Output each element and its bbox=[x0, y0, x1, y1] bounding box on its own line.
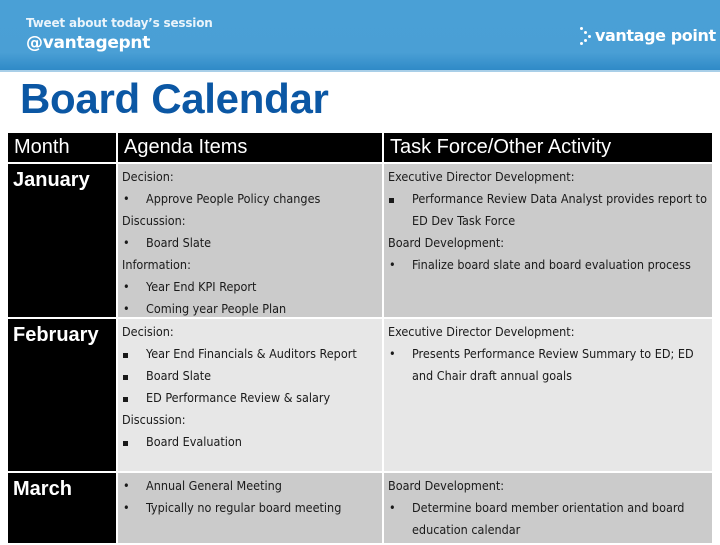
list-item-text: Determine board member orientation and b… bbox=[412, 500, 685, 537]
month-cell: March bbox=[8, 473, 116, 543]
list-item: Board Slate bbox=[122, 365, 382, 387]
list-item-text: Typically no regular board meeting bbox=[146, 500, 342, 515]
square-bullet-icon bbox=[122, 343, 146, 365]
round-bullet-icon: • bbox=[389, 500, 396, 515]
vantage-point-logo: vantage point bbox=[580, 26, 716, 45]
round-bullet-icon: • bbox=[123, 301, 130, 316]
list-item-text: Year End Financials & Auditors Report bbox=[146, 346, 357, 361]
dotted-chevron-icon bbox=[580, 26, 592, 45]
round-bullet-icon: • bbox=[123, 478, 130, 493]
list-item: Performance Review Data Analyst provides… bbox=[388, 188, 712, 232]
round-bullet-icon: • bbox=[123, 500, 130, 515]
logo-text: vantage point bbox=[595, 26, 716, 45]
section-label: Information: bbox=[122, 257, 191, 272]
section-label: Discussion: bbox=[122, 412, 186, 427]
column-header-agenda: Agenda Items bbox=[118, 133, 382, 162]
square-bullet-icon bbox=[388, 188, 412, 232]
section-label: Discussion: bbox=[122, 213, 186, 228]
task-force-cell: Executive Director Development: • Presents… bbox=[384, 319, 712, 471]
square-bullet-icon bbox=[122, 365, 146, 387]
list-item-text: Coming year People Plan bbox=[146, 301, 287, 316]
twitter-handle: @vantagepnt bbox=[26, 33, 151, 53]
section-label: Board Development: bbox=[388, 478, 505, 493]
list-item: Year End Financials & Auditors Report bbox=[122, 343, 382, 365]
table-header-row: Month Agenda Items Task Force/Other Acti… bbox=[8, 133, 712, 162]
list-item-text: Presents Performance Review Summary to E… bbox=[412, 346, 694, 383]
round-bullet-icon: • bbox=[389, 346, 396, 361]
column-header-task-force: Task Force/Other Activity bbox=[384, 133, 712, 162]
list-item: • Board Slate bbox=[122, 232, 382, 254]
agenda-cell: Decision: • Approve People Policy changes D… bbox=[118, 164, 382, 317]
month-cell: February bbox=[8, 319, 116, 471]
section-label: Decision: bbox=[122, 169, 174, 184]
list-item-text: Board Evaluation bbox=[146, 434, 242, 449]
round-bullet-icon: • bbox=[123, 191, 130, 206]
section-label: Executive Director Development: bbox=[388, 169, 575, 184]
square-bullet-icon bbox=[122, 431, 146, 453]
list-item-text: Year End KPI Report bbox=[146, 279, 257, 294]
tweet-prompt: Tweet about today’s session bbox=[26, 16, 213, 30]
list-item: • Approve People Policy changes bbox=[122, 188, 382, 210]
list-item: ED Performance Review & salary bbox=[122, 387, 382, 409]
agenda-cell: • Annual General Meeting • Typically no reg… bbox=[118, 473, 382, 543]
task-force-cell: Board Development: • Determine board membe… bbox=[384, 473, 712, 543]
square-bullet-icon bbox=[122, 387, 146, 409]
list-item: • Annual General Meeting bbox=[122, 475, 382, 497]
list-item: • Finalize board slate and board evaluati… bbox=[388, 254, 712, 276]
list-item-text: Finalize board slate and board evaluatio… bbox=[412, 257, 691, 272]
list-item: • Typically no regular board meeting bbox=[122, 497, 382, 519]
task-force-cell: Executive Director Development: Performan… bbox=[384, 164, 712, 317]
board-calendar-table: Month Agenda Items Task Force/Other Acti… bbox=[8, 133, 712, 545]
list-item: • Coming year People Plan bbox=[122, 298, 382, 320]
column-header-month: Month bbox=[8, 133, 116, 162]
section-label: Executive Director Development: bbox=[388, 324, 575, 339]
page-title: Board Calendar bbox=[20, 75, 329, 122]
list-item-text: Approve People Policy changes bbox=[146, 191, 321, 206]
list-item-text: ED Performance Review & salary bbox=[146, 390, 331, 405]
month-cell: January bbox=[8, 164, 116, 317]
list-item: • Presents Performance Review Summary to … bbox=[388, 343, 712, 387]
list-item: • Determine board member orientation and … bbox=[388, 497, 712, 541]
list-item: Board Evaluation bbox=[122, 431, 382, 453]
table-row: January Decision: • Approve People Policy … bbox=[8, 164, 712, 317]
list-item-text: Annual General Meeting bbox=[146, 478, 282, 493]
section-label: Decision: bbox=[122, 324, 174, 339]
list-item-text: Board Slate bbox=[146, 368, 212, 383]
list-item-text: Board Slate bbox=[146, 235, 212, 250]
table-row: March • Annual General Meeting • Typically … bbox=[8, 473, 712, 543]
round-bullet-icon: • bbox=[389, 257, 396, 272]
table-row: February Decision: Year End Financials & … bbox=[8, 319, 712, 471]
banner-divider bbox=[0, 70, 720, 72]
section-label: Board Development: bbox=[388, 235, 505, 250]
round-bullet-icon: • bbox=[123, 235, 130, 250]
list-item: • Year End KPI Report bbox=[122, 276, 382, 298]
list-item-text: Performance Review Data Analyst provides… bbox=[412, 191, 707, 228]
round-bullet-icon: • bbox=[123, 279, 130, 294]
header-banner: Tweet about today’s session @vantagepnt … bbox=[0, 0, 720, 70]
agenda-cell: Decision: Year End Financials & Auditors … bbox=[118, 319, 382, 471]
